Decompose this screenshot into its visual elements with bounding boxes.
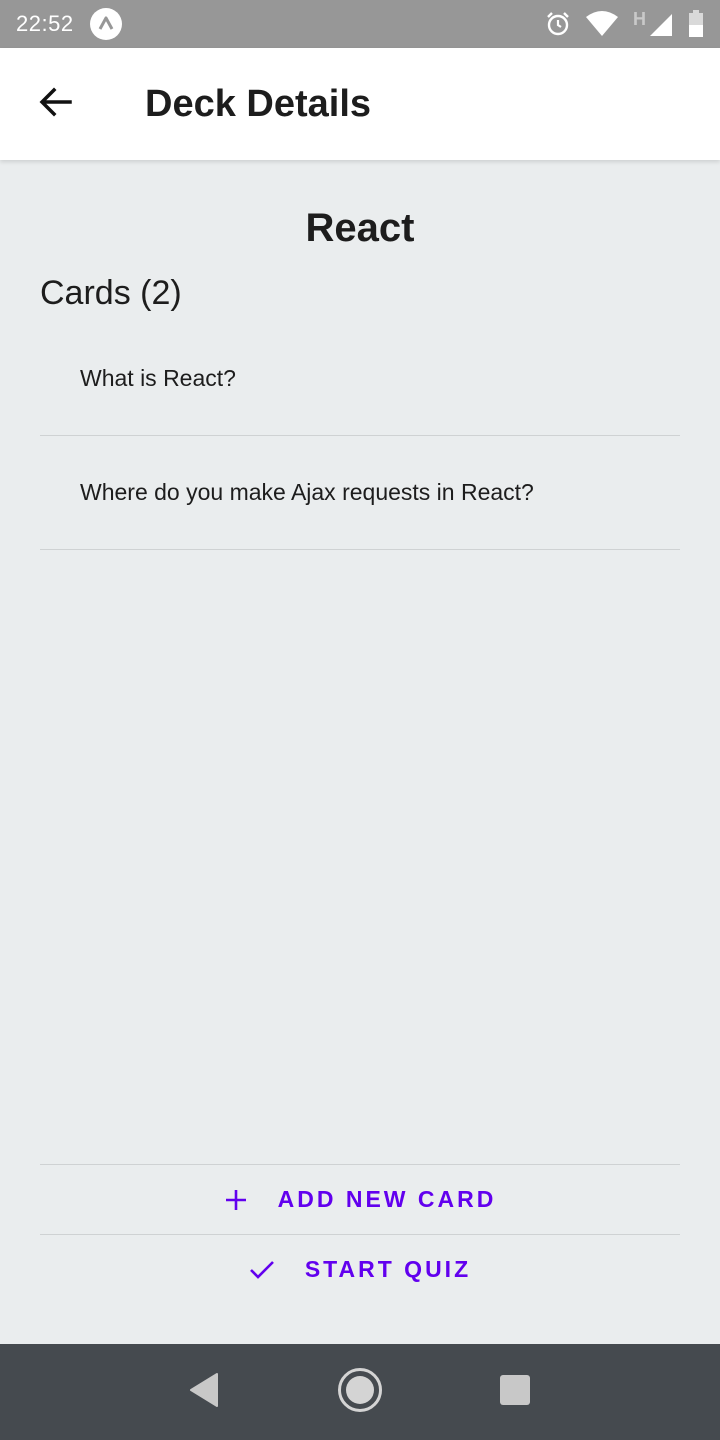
add-new-card-label: ADD NEW CARD: [277, 1186, 497, 1212]
square-recents-icon: [499, 1374, 531, 1411]
card-list-item[interactable]: Where do you make Ajax requests in React…: [40, 436, 680, 550]
add-new-card-button[interactable]: ADD NEW CARD: [40, 1164, 680, 1234]
nav-home-button[interactable]: [330, 1362, 390, 1422]
app-bar: Deck Details: [0, 48, 720, 160]
arrow-left-icon: [38, 84, 74, 125]
back-button[interactable]: [0, 48, 112, 160]
plus-icon: [224, 1188, 248, 1212]
signal-icon: [648, 11, 674, 37]
card-question: What is React?: [80, 365, 236, 391]
nav-recents-button[interactable]: [485, 1362, 545, 1422]
start-quiz-button[interactable]: START QUIZ: [40, 1234, 680, 1304]
actions: ADD NEW CARD START QUIZ: [40, 1164, 680, 1304]
deck-title: React: [305, 206, 415, 250]
start-quiz-label: START QUIZ: [304, 1256, 472, 1282]
network-type: H: [633, 8, 646, 29]
navigation-bar: [0, 1344, 720, 1440]
check-icon: [249, 1259, 275, 1281]
screen: 22:52 H Deck Details React Cards (2) Wha…: [0, 0, 720, 1440]
alarm-icon: [545, 11, 571, 37]
triangle-back-icon: [189, 1372, 221, 1413]
app-notification-icon: [89, 8, 122, 40]
circle-home-icon: [337, 1367, 383, 1418]
card-list-item[interactable]: What is React?: [40, 322, 680, 436]
battery-icon: [688, 10, 704, 38]
status-time: 22:52: [16, 11, 74, 36]
wifi-icon: [585, 11, 619, 37]
status-icons: H: [545, 8, 704, 38]
nav-back-button[interactable]: [175, 1362, 235, 1422]
card-list: What is React? Where do you make Ajax re…: [40, 322, 680, 550]
status-bar: 22:52 H: [0, 0, 720, 48]
card-question: Where do you make Ajax requests in React…: [80, 479, 534, 505]
page-title: Deck Details: [145, 82, 372, 125]
cards-heading: Cards (2): [40, 274, 182, 312]
